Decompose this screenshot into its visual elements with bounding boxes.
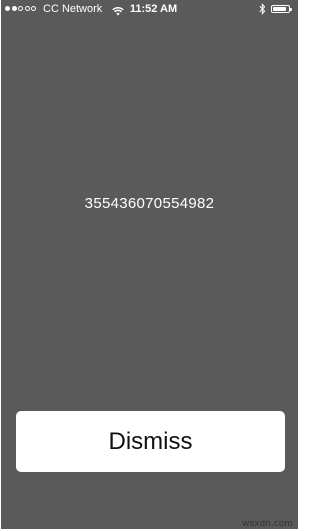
screen: CC Network 11:52 AM 355436070554982 Dism…	[1, 0, 298, 529]
watermark: wsxdn.com	[242, 519, 293, 529]
battery-level	[273, 7, 286, 11]
dismiss-button[interactable]: Dismiss	[16, 411, 285, 472]
status-bar: CC Network 11:52 AM	[1, 0, 298, 18]
battery-icon	[271, 5, 292, 13]
bluetooth-icon	[259, 3, 266, 21]
status-time: 11:52 AM	[129, 3, 178, 15]
imei-number: 355436070554982	[84, 195, 215, 212]
